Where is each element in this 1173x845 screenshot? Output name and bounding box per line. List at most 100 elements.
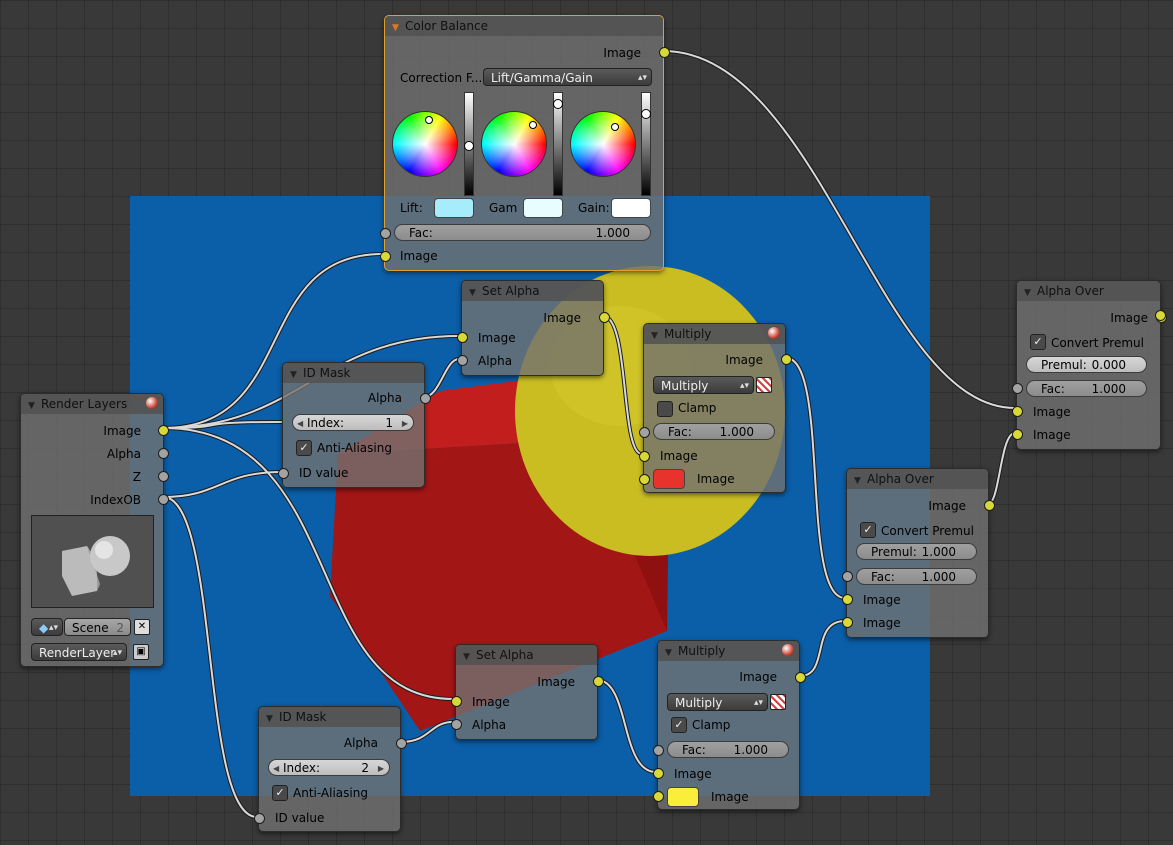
anti-aliasing-checkbox[interactable]: ✓	[272, 785, 288, 801]
input-socket-image-2[interactable]	[653, 791, 664, 802]
scene-browse-button[interactable]: ◆ ▴▾	[31, 618, 63, 636]
input-socket-image-2[interactable]	[1012, 429, 1023, 440]
render-layer-select[interactable]: RenderLayer ▴▾	[31, 643, 127, 661]
use-alpha-icon[interactable]	[756, 377, 772, 393]
input-socket-fac[interactable]	[639, 427, 650, 438]
collapse-triangle-icon[interactable]: ▼	[651, 326, 658, 346]
clamp-checkbox[interactable]: ✓	[671, 717, 687, 733]
collapse-triangle-icon[interactable]: ▼	[392, 18, 399, 38]
color-swatch[interactable]	[653, 469, 685, 489]
blend-mode-select[interactable]: Multiply ▴▾	[653, 376, 754, 394]
increment-arrow-icon[interactable]: ▶	[402, 415, 408, 432]
alpha-over-node-1[interactable]: ▼ Alpha Over Image ✓ Convert Premul Premu…	[1012, 280, 1167, 450]
set-alpha-node-2[interactable]: ▼ Set Alpha Image Image Alpha	[451, 644, 604, 740]
clamp-checkbox[interactable]	[657, 401, 673, 417]
fac-field[interactable]: Fac: 1.000	[856, 568, 977, 585]
collapse-triangle-icon[interactable]: ▼	[469, 283, 476, 303]
alpha-over-node-2[interactable]: ▼ Alpha Over Image ✓ Convert Premul Premu…	[842, 468, 995, 638]
set-alpha-node-1[interactable]: ▼ Set Alpha Image Image Alpha	[457, 280, 610, 376]
blend-mode-select[interactable]: Multiply ▴▾	[667, 693, 768, 711]
output-socket-alpha[interactable]	[158, 448, 169, 459]
gain-color-swatch[interactable]	[611, 198, 651, 218]
fac-field[interactable]: Fac: 1.000	[1026, 380, 1147, 397]
output-socket-image[interactable]	[984, 500, 995, 511]
fac-field[interactable]: Fac: 1.000	[653, 423, 775, 440]
gain-color-wheel[interactable]	[570, 111, 636, 177]
gamma-color-wheel[interactable]	[481, 111, 547, 177]
collapse-triangle-icon[interactable]: ▼	[290, 365, 297, 385]
premul-field[interactable]: Premul: 0.000	[1026, 356, 1147, 373]
unlink-scene-icon[interactable]: ✕	[134, 619, 150, 635]
output-socket-alpha[interactable]	[396, 738, 407, 749]
node-header[interactable]: ▼ ID Mask	[283, 363, 424, 383]
lift-slider-knob[interactable]	[464, 141, 474, 151]
lift-color-wheel[interactable]	[392, 111, 458, 177]
lift-value-slider[interactable]	[464, 92, 474, 196]
collapse-triangle-icon[interactable]: ▼	[854, 471, 861, 491]
input-socket-fac[interactable]	[380, 228, 391, 239]
node-header[interactable]: ▼ Alpha Over	[1017, 281, 1160, 301]
collapse-triangle-icon[interactable]: ▼	[266, 709, 273, 729]
input-socket-image[interactable]	[380, 251, 391, 262]
node-header[interactable]: ▼ Render Layers	[21, 394, 163, 414]
scene-name-field[interactable]: Scene 2	[64, 618, 131, 636]
output-socket-image[interactable]	[781, 354, 792, 365]
node-header[interactable]: ▼ ID Mask	[259, 707, 400, 727]
lift-color-swatch[interactable]	[434, 198, 474, 218]
collapse-triangle-icon[interactable]: ▼	[28, 396, 35, 416]
node-header[interactable]: ▼ Set Alpha	[462, 281, 603, 301]
collapse-triangle-icon[interactable]: ▼	[1024, 283, 1031, 303]
output-socket-indexob[interactable]	[158, 494, 169, 505]
output-socket-image[interactable]	[659, 47, 670, 58]
node-header[interactable]: ▼ Set Alpha	[456, 645, 597, 665]
render-layers-node[interactable]: ▼ Render Layers Image Alpha Z IndexOB ◆ ▴▾…	[20, 393, 169, 667]
gain-wheel-cursor[interactable]	[611, 123, 619, 131]
input-socket-image-1[interactable]	[1012, 406, 1023, 417]
collapse-triangle-icon[interactable]: ▼	[665, 643, 672, 663]
input-socket-image-1[interactable]	[639, 451, 650, 462]
gamma-color-swatch[interactable]	[523, 198, 563, 218]
output-socket-image[interactable]	[795, 672, 806, 683]
increment-arrow-icon[interactable]: ▶	[378, 760, 384, 777]
multiply-node-1[interactable]: ▼ Multiply Image Multiply ▴▾ Clamp Fac: 1.0…	[639, 323, 792, 493]
color-balance-node[interactable]: ▼ Color Balance Image Correction F... Lif…	[380, 15, 670, 271]
input-socket-image[interactable]	[451, 696, 462, 707]
input-socket-image-2[interactable]	[639, 474, 650, 485]
input-socket-image-1[interactable]	[842, 594, 853, 605]
gamma-slider-knob[interactable]	[553, 99, 563, 109]
decrement-arrow-icon[interactable]: ◀	[273, 760, 279, 777]
input-socket-fac[interactable]	[1012, 383, 1023, 394]
convert-premul-checkbox[interactable]: ✓	[1030, 334, 1046, 350]
index-field[interactable]: ◀ Index: 2 ▶	[268, 759, 390, 776]
preview-sphere-icon[interactable]	[768, 327, 780, 339]
input-socket-id-value[interactable]	[254, 813, 265, 824]
gamma-wheel-cursor[interactable]	[529, 121, 537, 129]
render-camera-icon[interactable]: ▣	[133, 644, 149, 660]
node-header[interactable]: ▼ Multiply	[658, 641, 799, 661]
preview-sphere-icon[interactable]	[782, 644, 794, 656]
output-socket-image[interactable]	[599, 312, 610, 323]
output-socket-image[interactable]	[593, 676, 604, 687]
preview-sphere-icon[interactable]	[146, 397, 158, 409]
node-header[interactable]: ▼ Alpha Over	[847, 469, 988, 489]
input-socket-fac[interactable]	[842, 571, 853, 582]
gain-value-slider[interactable]	[641, 92, 651, 196]
node-header[interactable]: ▼ Color Balance	[385, 16, 663, 36]
id-mask-node-2[interactable]: ▼ ID Mask Alpha ◀ Index: 2 ▶ ✓ Anti-Aliasing…	[254, 706, 407, 832]
color-swatch[interactable]	[667, 787, 699, 807]
offscreen-output-socket[interactable]	[1155, 310, 1166, 321]
input-socket-image-2[interactable]	[842, 617, 853, 628]
fac-field[interactable]: Fac: 1.000	[667, 741, 789, 758]
use-alpha-icon[interactable]	[770, 694, 786, 710]
multiply-node-2[interactable]: ▼ Multiply Image Multiply ▴▾ ✓ Clamp Fac: 1…	[653, 640, 806, 810]
collapse-triangle-icon[interactable]: ▼	[463, 647, 470, 667]
lift-wheel-cursor[interactable]	[425, 116, 433, 124]
gamma-value-slider[interactable]	[553, 92, 563, 196]
index-field[interactable]: ◀ Index: 1 ▶	[292, 414, 414, 431]
output-socket-image[interactable]	[158, 425, 169, 436]
correction-formula-select[interactable]: Lift/Gamma/Gain ▴▾	[483, 68, 652, 86]
input-socket-image[interactable]	[457, 332, 468, 343]
node-header[interactable]: ▼ Multiply	[644, 324, 785, 344]
input-socket-id-value[interactable]	[278, 468, 289, 479]
anti-aliasing-checkbox[interactable]: ✓	[296, 440, 312, 456]
